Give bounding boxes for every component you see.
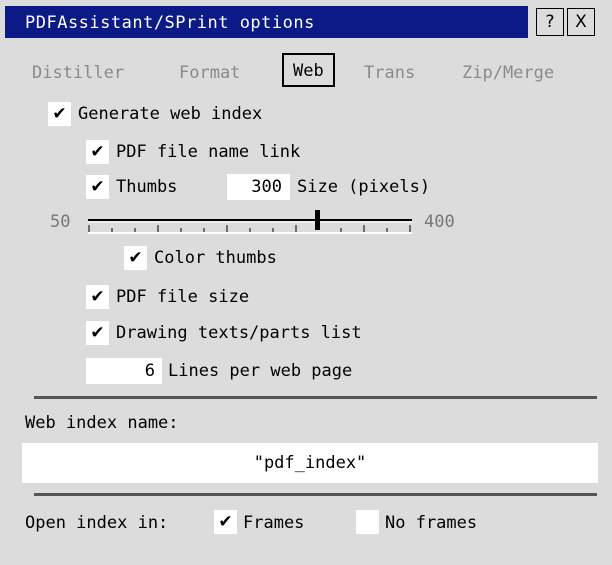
help-button[interactable]: ?	[536, 8, 564, 36]
tab-web[interactable]: Web	[282, 53, 335, 87]
web-index-name-label: Web index name:	[25, 413, 179, 433]
divider	[34, 396, 597, 399]
generate-web-index-checkbox[interactable]: ✔	[48, 102, 71, 126]
generate-web-index-label: Generate web index	[78, 104, 263, 124]
thumb-size-input[interactable]: 300	[227, 174, 290, 200]
window-title: PDFAssistant/SPrint options	[25, 13, 315, 33]
pdf-file-name-link-label: PDF file name link	[116, 142, 301, 162]
web-index-name-input[interactable]: "pdf_index"	[22, 443, 598, 483]
thumbs-checkbox[interactable]: ✔	[86, 175, 109, 199]
tab-format[interactable]: Format	[179, 63, 240, 83]
no-frames-label: No frames	[385, 513, 478, 533]
close-button[interactable]: X	[567, 8, 595, 36]
color-thumbs-label: Color thumbs	[154, 248, 277, 268]
divider	[34, 493, 597, 496]
slider-track	[88, 210, 412, 234]
slider-max-label: 400	[424, 212, 455, 232]
tab-zip-merge[interactable]: Zip/Merge	[462, 63, 554, 83]
thumb-size-label: Size (pixels)	[297, 177, 431, 197]
pdf-file-name-link-checkbox[interactable]: ✔	[86, 140, 109, 164]
no-frames-checkbox[interactable]	[356, 510, 379, 534]
drawing-texts-label: Drawing texts/parts list	[116, 323, 362, 343]
tab-distiller[interactable]: Distiller	[32, 63, 124, 83]
tab-trans[interactable]: Trans	[364, 63, 415, 83]
frames-label: Frames	[243, 513, 305, 533]
frames-checkbox[interactable]: ✔	[214, 510, 237, 534]
lines-per-page-label: Lines per web page	[168, 361, 353, 381]
thumbs-label: Thumbs	[116, 177, 178, 197]
title-bar[interactable]: PDFAssistant/SPrint options	[5, 6, 528, 38]
slider-thumb[interactable]	[315, 210, 320, 230]
slider-min-label: 50	[50, 212, 71, 232]
options-window: PDFAssistant/SPrint options ? X Distille…	[0, 0, 612, 565]
pdf-file-size-checkbox[interactable]: ✔	[86, 285, 109, 309]
pdf-file-size-label: PDF file size	[116, 287, 250, 307]
lines-per-page-input[interactable]: 6	[86, 358, 162, 384]
open-index-label: Open index in:	[25, 513, 169, 533]
thumb-size-slider[interactable]	[86, 208, 414, 234]
color-thumbs-checkbox[interactable]: ✔	[124, 246, 147, 270]
drawing-texts-checkbox[interactable]: ✔	[86, 321, 109, 345]
